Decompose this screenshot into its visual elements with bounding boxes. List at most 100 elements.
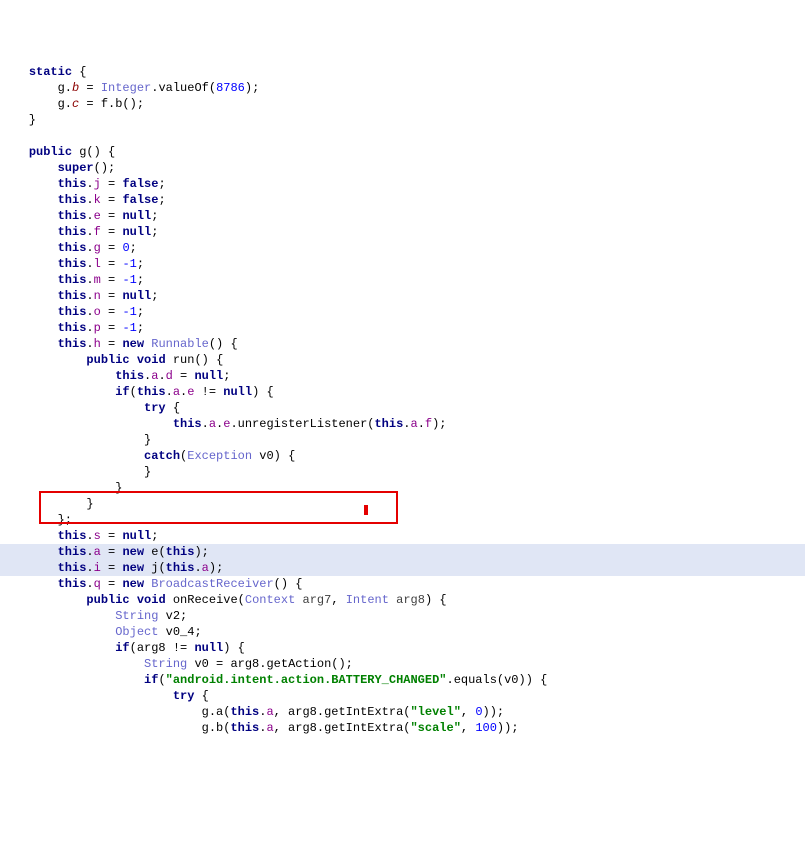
token-kw: null — [223, 385, 252, 399]
token-plain: . — [194, 561, 201, 575]
code-line[interactable]: g.b = Integer.valueOf(8786); — [0, 80, 805, 96]
code-line[interactable]: this.o = -1; — [0, 304, 805, 320]
code-line[interactable]: this.n = null; — [0, 288, 805, 304]
code-line[interactable]: } — [0, 112, 805, 128]
code-line[interactable]: g.a(this.a, arg8.getIntExtra("level", 0)… — [0, 704, 805, 720]
token-plain — [0, 369, 115, 383]
code-line[interactable]: public void run() { — [0, 352, 805, 368]
token-kw: null — [122, 529, 151, 543]
token-plain: .equals(v0)) { — [447, 673, 548, 687]
token-plain — [0, 657, 144, 671]
token-str: "android.intent.action.BATTERY_CHANGED" — [166, 673, 447, 687]
token-kw: this — [374, 417, 403, 431]
token-plain: ; — [137, 273, 144, 287]
token-plain: g. — [0, 97, 72, 111]
token-kw: new — [122, 577, 144, 591]
token-plain: { — [166, 401, 180, 415]
token-kw: this — [58, 529, 87, 543]
token-kw: this — [58, 561, 87, 575]
code-line[interactable]: this.a = new e(this); — [0, 544, 805, 560]
token-plain: . — [86, 225, 93, 239]
code-line[interactable]: String v0 = arg8.getAction(); — [0, 656, 805, 672]
token-param: arg8 — [396, 593, 425, 607]
code-line[interactable]: } — [0, 432, 805, 448]
token-plain: = — [101, 305, 123, 319]
token-plain: . — [86, 561, 93, 575]
code-line[interactable]: this.a.e.unregisterListener(this.a.f); — [0, 416, 805, 432]
code-line[interactable]: this.p = -1; — [0, 320, 805, 336]
code-line[interactable] — [0, 128, 805, 144]
token-member: e — [94, 209, 101, 223]
token-plain — [0, 609, 115, 623]
token-plain: = — [101, 209, 123, 223]
token-plain: ) { — [223, 641, 245, 655]
code-line[interactable]: this.e = null; — [0, 208, 805, 224]
code-line[interactable]: this.s = null; — [0, 528, 805, 544]
token-plain: { — [72, 65, 86, 79]
token-plain: ; — [151, 209, 158, 223]
token-plain — [0, 353, 86, 367]
token-member: a — [266, 705, 273, 719]
code-line[interactable]: g.b(this.a, arg8.getIntExtra("scale", 10… — [0, 720, 805, 736]
code-line[interactable]: this.q = new BroadcastReceiver() { — [0, 576, 805, 592]
code-line[interactable]: try { — [0, 688, 805, 704]
code-line[interactable]: public void onReceive(Context arg7, Inte… — [0, 592, 805, 608]
code-line[interactable]: g.c = f.b(); — [0, 96, 805, 112]
token-plain — [0, 529, 58, 543]
token-plain — [0, 673, 144, 687]
code-line[interactable]: if(arg8 != null) { — [0, 640, 805, 656]
code-line[interactable]: if("android.intent.action.BATTERY_CHANGE… — [0, 672, 805, 688]
token-kw: this — [58, 193, 87, 207]
code-line[interactable]: public g() { — [0, 144, 805, 160]
token-plain — [130, 593, 137, 607]
token-type: Object — [115, 625, 158, 639]
token-plain: onReceive( — [166, 593, 245, 607]
token-kw: public — [86, 593, 129, 607]
token-member: s — [94, 529, 101, 543]
token-plain: .unregisterListener( — [230, 417, 374, 431]
code-line[interactable]: super(); — [0, 160, 805, 176]
code-line[interactable]: try { — [0, 400, 805, 416]
code-line[interactable]: } — [0, 464, 805, 480]
token-type: Exception — [187, 449, 252, 463]
code-line[interactable]: this.m = -1; — [0, 272, 805, 288]
token-plain: = — [101, 545, 123, 559]
token-plain: . — [202, 417, 209, 431]
token-kw: public — [86, 353, 129, 367]
token-plain: v0_4; — [158, 625, 201, 639]
token-kw: this — [58, 545, 87, 559]
code-line[interactable]: Object v0_4; — [0, 624, 805, 640]
token-plain: . — [86, 545, 93, 559]
code-line[interactable]: this.h = new Runnable() { — [0, 336, 805, 352]
token-kw: super — [58, 161, 94, 175]
token-plain: .valueOf( — [151, 81, 216, 95]
token-plain: ; — [137, 305, 144, 319]
code-line[interactable]: this.a.d = null; — [0, 368, 805, 384]
token-kw: this — [58, 305, 87, 319]
code-line[interactable]: this.i = new j(this.a); — [0, 560, 805, 576]
token-plain — [0, 625, 115, 639]
token-type: Integer — [101, 81, 151, 95]
token-plain: ) { — [425, 593, 447, 607]
token-kw: catch — [144, 449, 180, 463]
code-line[interactable]: if(this.a.e != null) { — [0, 384, 805, 400]
code-viewer[interactable]: static { g.b = Integer.valueOf(8786); g.… — [0, 64, 805, 736]
code-line[interactable]: this.j = false; — [0, 176, 805, 192]
token-kw: this — [58, 241, 87, 255]
token-plain — [0, 401, 144, 415]
code-line[interactable]: static { — [0, 64, 805, 80]
code-line[interactable]: catch(Exception v0) { — [0, 448, 805, 464]
token-plain: { — [194, 689, 208, 703]
code-line[interactable]: String v2; — [0, 608, 805, 624]
token-type: BroadcastReceiver — [151, 577, 273, 591]
code-line[interactable]: this.f = null; — [0, 224, 805, 240]
code-line[interactable]: this.k = false; — [0, 192, 805, 208]
token-plain: (); — [94, 161, 116, 175]
code-line[interactable]: this.g = 0; — [0, 240, 805, 256]
token-member: p — [94, 321, 101, 335]
token-plain: } — [0, 465, 151, 479]
token-type: Intent — [346, 593, 389, 607]
token-kw: this — [58, 337, 87, 351]
token-plain: , — [461, 721, 475, 735]
code-line[interactable]: this.l = -1; — [0, 256, 805, 272]
